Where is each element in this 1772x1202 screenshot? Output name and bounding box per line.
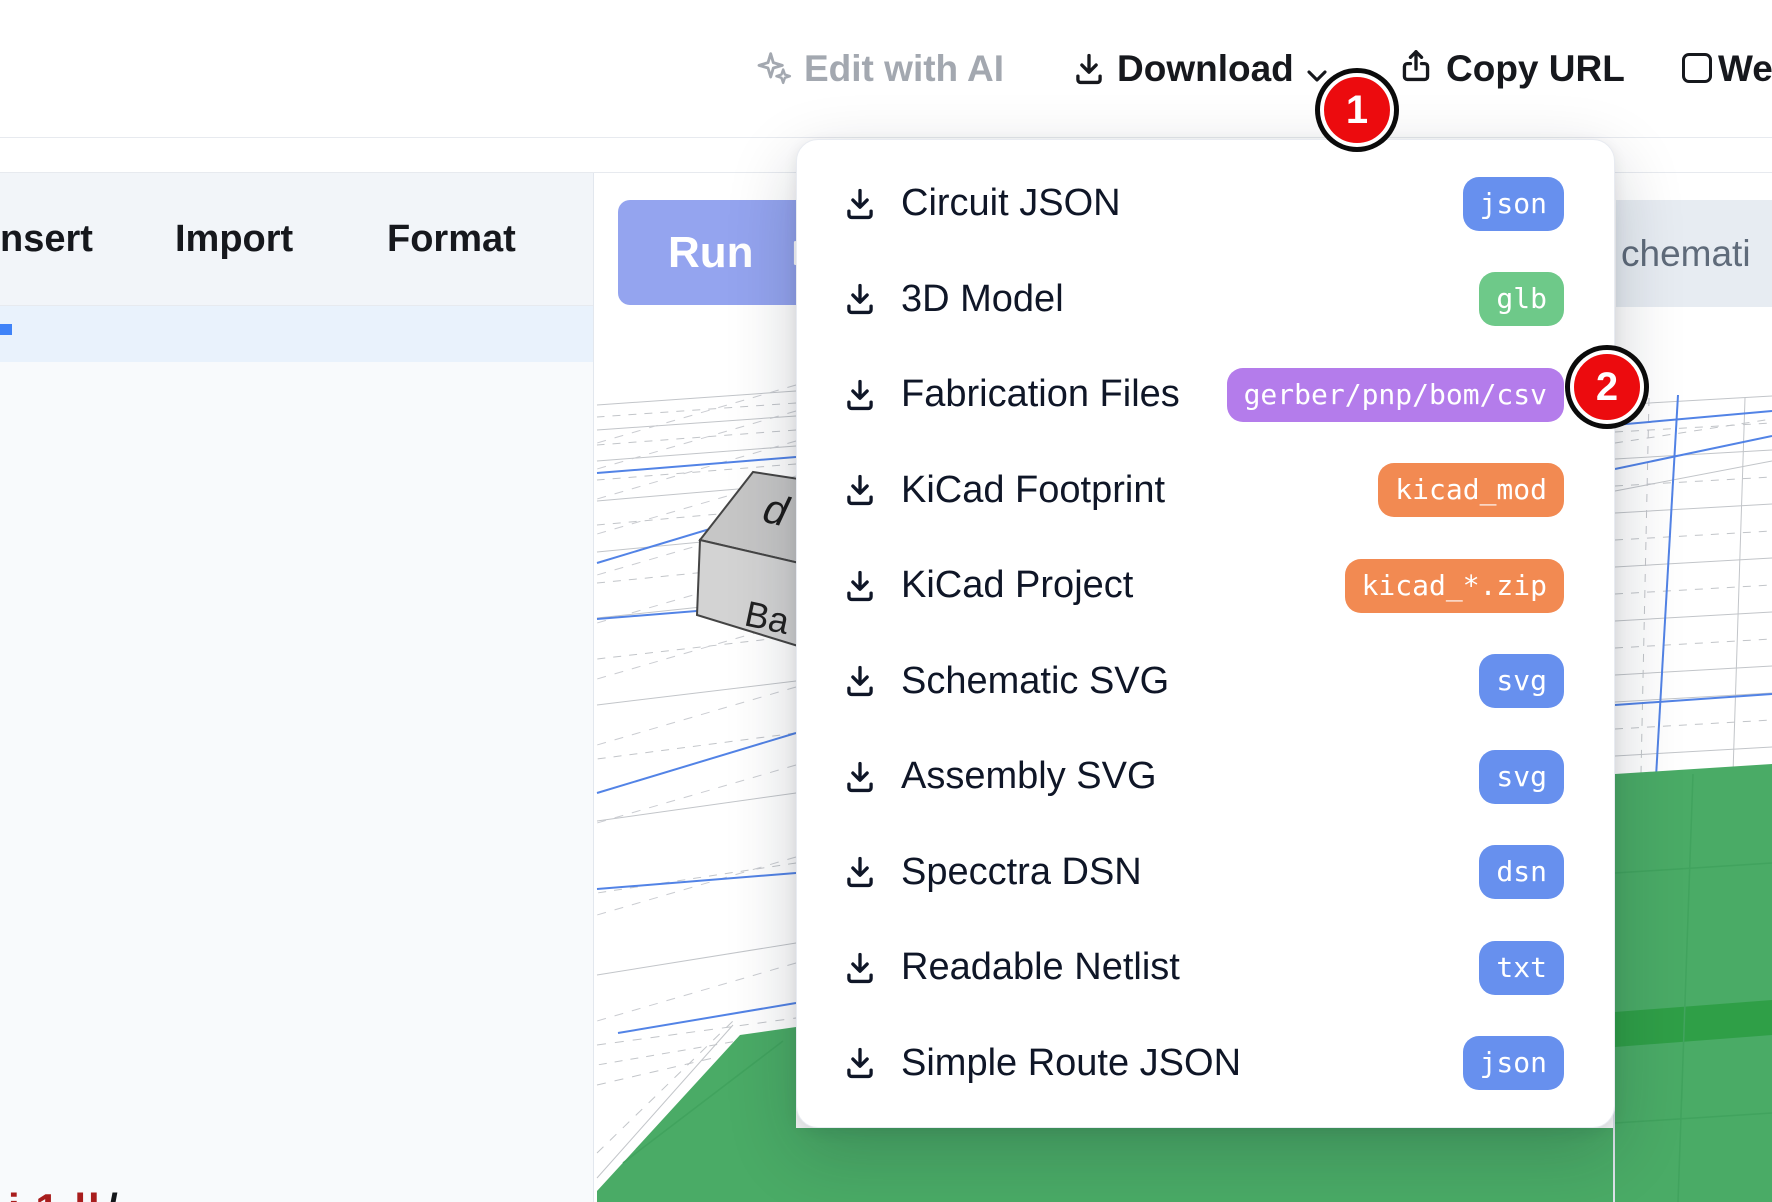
format-badge: json bbox=[1463, 1036, 1564, 1090]
format-badge: dsn bbox=[1479, 845, 1564, 899]
run-button-label: Run bbox=[668, 228, 754, 278]
menu-item-circuit-json[interactable]: Circuit JSON json bbox=[797, 156, 1614, 252]
download-button[interactable]: Download bbox=[1117, 0, 1294, 137]
top-toolbar: Edit with AI Download Copy URL We bbox=[0, 0, 1772, 138]
format-badge: gerber/pnp/bom/csv bbox=[1227, 368, 1564, 422]
menu-item-specctra-dsn[interactable]: Specctra DSN dsn bbox=[797, 825, 1614, 921]
copy-url-button[interactable]: Copy URL bbox=[1446, 0, 1625, 137]
download-icon bbox=[1070, 50, 1108, 88]
editor-active-line bbox=[0, 306, 593, 362]
step-badge-1: 1 bbox=[1320, 73, 1394, 147]
sparkles-icon bbox=[754, 47, 794, 87]
format-badge: json bbox=[1463, 177, 1564, 231]
download-icon bbox=[841, 853, 879, 891]
menu-item-simple-route-json[interactable]: Simple Route JSON json bbox=[797, 1016, 1614, 1112]
menu-item-fabrication-files[interactable]: Fabrication Files gerber/pnp/bom/csv bbox=[797, 347, 1614, 443]
editor-menubar: nsert Import Format bbox=[0, 173, 593, 306]
step-badge-2: 2 bbox=[1570, 350, 1644, 424]
download-icon bbox=[841, 567, 879, 605]
menu-item-3d-model[interactable]: 3D Model glb bbox=[797, 252, 1614, 348]
format-badge: kicad_mod bbox=[1378, 463, 1564, 517]
editor-error-text: i 1 ll / bbox=[8, 1185, 268, 1202]
download-icon bbox=[841, 662, 879, 700]
code-editor-pane[interactable]: nsert Import Format i 1 ll / bbox=[0, 173, 594, 1202]
menu-item-kicad-project[interactable]: KiCad Project kicad_*.zip bbox=[797, 538, 1614, 634]
menu-format[interactable]: Format bbox=[387, 173, 516, 305]
menu-item-kicad-footprint[interactable]: KiCad Footprint kicad_mod bbox=[797, 443, 1614, 539]
menu-item-assembly-svg[interactable]: Assembly SVG svg bbox=[797, 729, 1614, 825]
tab-schematic[interactable]: chemati bbox=[1616, 200, 1772, 307]
web-checkbox-label: We bbox=[1718, 0, 1772, 137]
menu-import[interactable]: Import bbox=[175, 173, 293, 305]
edit-with-ai-button[interactable]: Edit with AI bbox=[804, 0, 1004, 137]
web-checkbox[interactable] bbox=[1682, 53, 1712, 83]
download-icon bbox=[841, 1044, 879, 1082]
share-icon bbox=[1397, 47, 1435, 85]
download-icon bbox=[841, 185, 879, 223]
format-badge: txt bbox=[1479, 941, 1564, 995]
format-badge: svg bbox=[1479, 750, 1564, 804]
format-badge: glb bbox=[1479, 272, 1564, 326]
format-badge: svg bbox=[1479, 654, 1564, 708]
download-icon bbox=[841, 280, 879, 318]
download-icon bbox=[841, 758, 879, 796]
download-icon bbox=[841, 376, 879, 414]
download-icon bbox=[841, 949, 879, 987]
menu-item-schematic-svg[interactable]: Schematic SVG svg bbox=[797, 634, 1614, 730]
editor-line-marker bbox=[0, 324, 12, 335]
format-badge: kicad_*.zip bbox=[1345, 559, 1564, 613]
download-icon bbox=[841, 471, 879, 509]
menu-insert[interactable]: nsert bbox=[0, 173, 93, 305]
download-dropdown-menu: Circuit JSON json 3D Model glb Fabricati… bbox=[796, 139, 1615, 1128]
menu-item-readable-netlist[interactable]: Readable Netlist txt bbox=[797, 920, 1614, 1016]
